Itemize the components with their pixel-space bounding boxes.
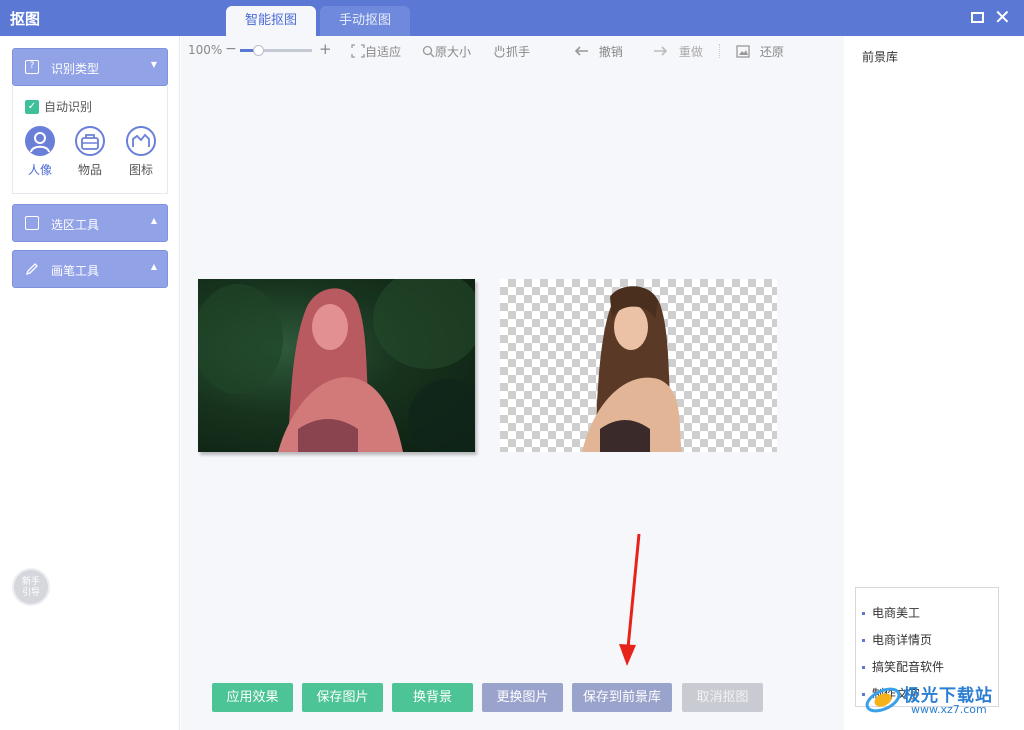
toolbar-separator — [719, 44, 720, 58]
list-item-label: 电商详情页 — [872, 633, 933, 647]
beginner-guide-button[interactable]: 新手 引导 — [12, 568, 50, 606]
arrow-right-icon — [654, 46, 668, 56]
title-bar: 抠图 智能抠图 手动抠图 ✕ — [0, 0, 1024, 36]
replace-image-button[interactable]: 更换图片 — [482, 683, 563, 712]
chevron-up-icon: ▲ — [150, 262, 157, 271]
auto-recognize-checkbox[interactable]: ✓ — [25, 99, 39, 114]
shape-icon — [126, 126, 156, 156]
selection-icon — [25, 216, 39, 230]
tab-smart-cutout[interactable]: 智能抠图 — [226, 6, 316, 36]
type-label-icon: 图标 — [128, 163, 153, 177]
list-item-label: 电商美工 — [872, 606, 921, 620]
type-label-person: 人像 — [27, 163, 52, 177]
original-size-button[interactable]: 原大小 — [422, 43, 471, 60]
cutout-image — [500, 279, 777, 452]
bullet — [862, 666, 865, 669]
tab-manual-cutout[interactable]: 手动抠图 — [320, 6, 410, 36]
brush-tool-header[interactable]: 画笔工具 ▲ — [12, 250, 168, 288]
redo-button[interactable]: 重做 — [653, 43, 703, 60]
type-option-person[interactable]: 人像 — [20, 126, 60, 178]
bag-icon — [75, 126, 105, 156]
main-canvas: 100% − + 自适应 原大小 抓手 撤销 重做 还原 应用效果 保存图片 换… — [181, 36, 844, 730]
aurora-logo-icon — [865, 687, 901, 713]
question-icon: ? — [25, 60, 39, 74]
auto-recognize-row[interactable]: ✓ 自动识别 — [25, 98, 92, 115]
apply-effect-button[interactable]: 应用效果 — [212, 683, 293, 712]
zoom-slider[interactable] — [240, 45, 312, 56]
grab-label: 抓手 — [506, 45, 531, 59]
recognize-type-panel: ✓ 自动识别 人像 物品 图标 — [12, 86, 168, 194]
fit-label: 自适应 — [365, 45, 402, 59]
person-icon — [25, 126, 55, 156]
zoom-in-button[interactable]: + — [319, 40, 332, 58]
type-label-object: 物品 — [77, 163, 102, 177]
restore-label: 还原 — [759, 45, 784, 59]
hand-icon — [494, 45, 505, 58]
zoom-value: 100% — [188, 43, 223, 57]
chevron-up-icon: ▲ — [150, 216, 157, 225]
left-sidebar: ? 识别类型 ▼ ✓ 自动识别 人像 物品 图标 选区工具 ▲ 画笔工具 ▲ 新… — [0, 36, 180, 730]
foreground-library-panel: 前景库 电商美工 电商详情页 搞笑配音软件 制作文字 — [845, 36, 1024, 730]
brush-tool-label: 画笔工具 — [51, 264, 100, 278]
fit-icon — [351, 44, 365, 58]
auto-recognize-label: 自动识别 — [44, 100, 93, 114]
undo-label: 撤销 — [598, 45, 623, 59]
guide-line-1: 新手 — [21, 577, 40, 587]
list-item-label: 搞笑配音软件 — [872, 660, 945, 674]
list-item[interactable]: 电商详情页 — [862, 631, 932, 648]
type-option-icon[interactable]: 图标 — [121, 126, 161, 178]
select-tool-label: 选区工具 — [51, 218, 100, 232]
original-size-label: 原大小 — [435, 45, 472, 59]
list-item[interactable]: 电商美工 — [862, 604, 920, 621]
save-image-button[interactable]: 保存图片 — [302, 683, 383, 712]
redo-label: 重做 — [678, 45, 703, 59]
watermark: 极光下载站 www.xz7.com — [863, 680, 1018, 720]
bullet — [862, 612, 865, 615]
select-tool-header[interactable]: 选区工具 ▲ — [12, 204, 168, 242]
brush-icon — [25, 262, 39, 276]
close-icon[interactable]: ✕ — [994, 5, 1011, 29]
undo-button[interactable]: 撤销 — [573, 43, 623, 60]
zoom-slider-handle[interactable] — [253, 45, 264, 56]
magnifier-icon — [422, 45, 435, 58]
arrow-left-icon — [574, 46, 588, 56]
cancel-cutout-button[interactable]: 取消抠图 — [682, 683, 763, 712]
app-title: 抠图 — [10, 10, 41, 28]
watermark-url: www.xz7.com — [911, 703, 987, 716]
grab-button[interactable]: 抓手 — [493, 43, 530, 60]
chevron-down-icon: ▼ — [150, 60, 157, 69]
recognize-type-label: 识别类型 — [51, 62, 100, 76]
restore-button[interactable]: 还原 — [736, 43, 784, 60]
maximize-icon[interactable] — [971, 12, 984, 23]
original-image — [198, 279, 475, 452]
guide-line-2: 引导 — [21, 588, 40, 598]
recognize-type-header[interactable]: ? 识别类型 ▼ — [12, 48, 168, 86]
zoom-out-button[interactable]: − — [225, 41, 237, 57]
type-option-object[interactable]: 物品 — [70, 126, 110, 178]
save-to-library-button[interactable]: 保存到前景库 — [572, 683, 672, 712]
bullet — [862, 639, 865, 642]
fit-button[interactable]: 自适应 — [351, 43, 401, 60]
change-background-button[interactable]: 换背景 — [392, 683, 473, 712]
annotation-arrow — [619, 533, 641, 666]
image-icon — [736, 45, 750, 58]
list-item[interactable]: 搞笑配音软件 — [862, 658, 944, 675]
foreground-library-title: 前景库 — [862, 50, 899, 64]
